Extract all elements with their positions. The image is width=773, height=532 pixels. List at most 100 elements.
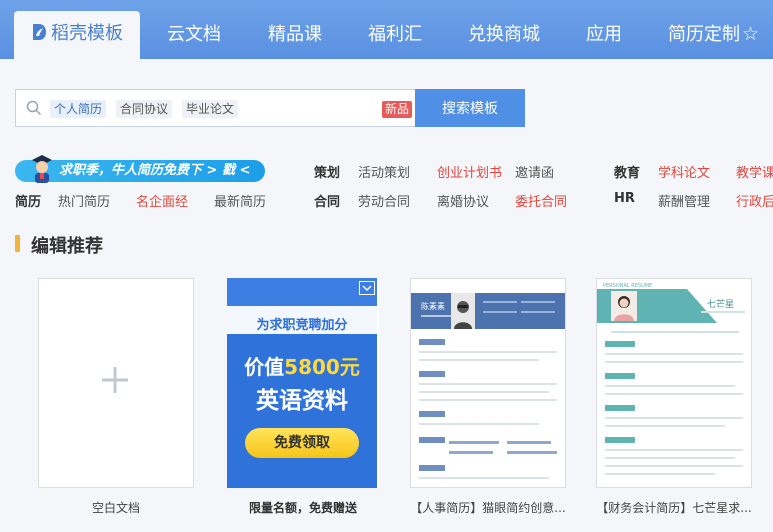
tab-apps[interactable]: 应用 [586,10,622,59]
resume-section-head [419,437,445,443]
tab-resume-custom[interactable]: 简历定制 ☆ [668,10,759,59]
tab-label: 精品课 [268,24,322,45]
tab-cloud-docs[interactable]: 云文档 [167,10,221,59]
resume-line [419,423,539,425]
resume-section-head [605,405,635,411]
search-input[interactable]: 个人简历 合同协议 毕业论文 新品 [15,89,415,127]
resume-section-head [605,437,635,443]
resume-line [605,425,725,427]
resume-line [605,385,735,387]
resume-line [419,359,539,361]
top-nav: 稻壳模板 云文档 精品课 福利汇 兑换商城 应用 简历定制 ☆ [0,0,773,59]
resume-line [419,351,557,353]
resume-line [605,361,743,363]
promo-card-header [227,278,377,306]
category-link[interactable]: 学科论文 [658,162,710,181]
card-english-materials-promo[interactable]: 为求职竞聘加分 价值5800元 英语资料 免费领取 [227,278,379,488]
search-tag-thesis[interactable]: 毕业论文 [182,100,239,118]
category-label-contract: 合同 [314,195,341,210]
resume-section-head [419,339,445,345]
category-link[interactable]: 热门简历 [58,191,110,210]
tab-label: 福利汇 [368,24,422,45]
resume-line [605,457,735,459]
tab-premium-courses[interactable]: 精品课 [268,10,322,59]
resume-section-head [605,341,635,347]
student-avatar-icon [32,155,52,183]
resume-line [419,391,549,393]
tab-exchange-mall[interactable]: 兑换商城 [468,10,540,59]
promo-banner[interactable]: 求职季，牛人简历免费下 > 戳 < [15,155,265,183]
category-link[interactable]: 教学课 [736,162,773,181]
category-label-resume: 简历 [15,195,42,210]
skill-bar [449,451,493,454]
price-value: 5800元 [284,355,360,379]
section-accent-bar [15,235,20,252]
search-icon [26,100,42,116]
skill-bar [507,441,551,444]
docer-logo-icon [33,24,46,40]
tab-welfare[interactable]: 福利汇 [368,10,422,59]
card-caption: 限量名额，免费赠送 [248,501,357,515]
promo-text: 求职季，牛人简历免费下 > 戳 < [59,163,251,178]
resume-line [521,311,555,313]
star-icon: ☆ [742,23,760,45]
tab-label: 云文档 [167,24,221,45]
price-prefix: 价值 [244,355,285,379]
resume-line [605,465,743,467]
section-title: 编辑推荐 [31,236,103,257]
resume-section-head [419,411,445,417]
category-link[interactable]: 邀请函 [515,162,554,181]
resume-photo-icon [451,293,475,329]
resume-line [605,393,743,395]
resume-section-head [419,465,445,471]
category-link[interactable]: 名企面经 [136,191,188,210]
promo-card-headline: 英语资料 [256,388,348,414]
tab-label: 简历定制 [668,24,740,45]
resume-line [605,473,715,475]
resume-line [701,311,745,313]
resume-line [483,311,517,313]
category-link[interactable]: 薪酬管理 [658,191,710,210]
resume-line [421,315,451,317]
tab-label: 稻壳模板 [51,23,123,44]
card-resume-hr[interactable]: 陈素素 [410,278,566,488]
dropdown-corner-icon [359,281,375,295]
resume-line [605,353,743,355]
resume-line [611,331,739,333]
new-badge: 新品 [382,101,413,118]
category-link[interactable]: 最新简历 [214,191,266,210]
category-link[interactable]: 劳动合同 [358,191,410,210]
category-link[interactable]: 创业计划书 [437,162,502,181]
resume-line [483,301,517,303]
skill-bar [507,451,557,454]
card-caption: 空白文档 [91,501,140,515]
promo-card-price: 价值5800元 [227,351,377,380]
category-label-planning: 策划 [314,166,341,181]
resume-line [419,399,557,401]
category-link[interactable]: 行政后 [736,191,773,210]
category-link[interactable]: 活动策划 [358,162,410,181]
category-link[interactable]: 离婚协议 [437,191,489,210]
resume-name: 七芒星 [707,300,735,310]
tab-label: 兑换商城 [468,24,540,45]
tab-label: 应用 [586,24,622,45]
search-tag-resume[interactable]: 个人简历 [50,100,107,118]
search-templates-button[interactable]: 搜索模板 [415,89,525,127]
category-label-education: 教育 [614,166,641,181]
category-link[interactable]: 委托合同 [515,191,567,210]
plus-icon [102,367,128,393]
card-resume-finance[interactable]: PERSONAL RESUME 七芒星 [596,278,752,488]
card-caption: 【财务会计简历】七芒星求... [596,501,752,515]
resume-section-head [419,371,445,377]
resume-line [605,449,743,451]
resume-line [605,417,743,419]
resume-section-head [605,373,635,379]
resume-name: 陈素素 [421,302,445,311]
category-label-hr: HR [614,191,635,206]
resume-line [521,301,555,303]
free-claim-button[interactable]: 免费领取 [245,428,359,458]
promo-card-subtitle: 为求职竞聘加分 [256,318,348,333]
tab-docer-templates[interactable]: 稻壳模板 [14,11,140,59]
card-blank-document[interactable] [38,278,194,488]
search-tag-contract[interactable]: 合同协议 [116,100,173,118]
